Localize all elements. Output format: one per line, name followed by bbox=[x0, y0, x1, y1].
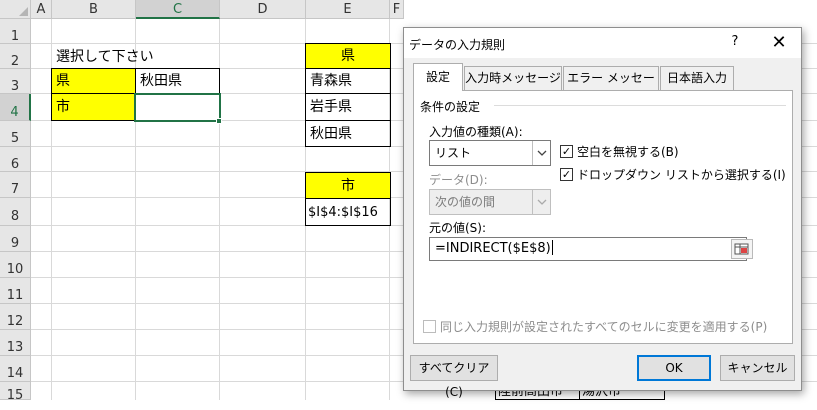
cell-e2[interactable]: 県 bbox=[305, 43, 391, 69]
row-header-15[interactable]: 15 bbox=[0, 382, 31, 403]
check-icon: ✓ bbox=[560, 168, 573, 181]
row-header-11[interactable]: 11 bbox=[0, 278, 31, 304]
source-input-value: =INDIRECT($E$8) bbox=[435, 241, 551, 256]
data-select[interactable]: 次の値の間 bbox=[429, 189, 551, 215]
column-header-e[interactable]: E bbox=[306, 0, 390, 19]
ok-button[interactable]: OK bbox=[637, 355, 711, 381]
fill-handle[interactable] bbox=[216, 118, 222, 124]
cell-e7[interactable]: 市 bbox=[305, 172, 391, 199]
in-cell-dropdown-label: ドロップダウン リストから選択する(I) bbox=[577, 168, 786, 182]
column-header-d[interactable]: D bbox=[220, 0, 306, 19]
select-all-corner[interactable] bbox=[0, 0, 31, 19]
apply-all-label: 同じ入力規則が設定されたすべてのセルに変更を適用する(P) bbox=[440, 320, 768, 334]
chevron-down-icon bbox=[532, 141, 550, 165]
row-header-6[interactable]: 6 bbox=[0, 147, 31, 172]
help-button[interactable]: ? bbox=[726, 34, 744, 52]
cell-e8[interactable]: $I$4:$I$16 bbox=[305, 198, 391, 226]
tab-settings[interactable]: 設定 bbox=[413, 63, 463, 91]
row-header-10[interactable]: 10 bbox=[0, 252, 31, 278]
dialog-title: データの入力規則 bbox=[409, 38, 506, 52]
chevron-down-icon bbox=[532, 190, 550, 214]
cell-b3[interactable]: 県 bbox=[51, 68, 136, 94]
source-input[interactable]: =INDIRECT($E$8) bbox=[429, 237, 747, 261]
tab-error-alert[interactable]: エラー メッセージ bbox=[563, 66, 659, 107]
range-select-icon bbox=[734, 243, 749, 255]
row-header-5[interactable]: 5 bbox=[0, 121, 31, 147]
allow-select-value: リスト bbox=[435, 146, 472, 160]
row-header-8[interactable]: 8 bbox=[0, 198, 31, 226]
active-cell-selection bbox=[134, 93, 221, 122]
column-header-a[interactable]: A bbox=[31, 0, 52, 19]
row-header-13[interactable]: 13 bbox=[0, 330, 31, 356]
ignore-blank-label: 空白を無視する(B) bbox=[577, 145, 679, 159]
data-select-value: 次の値の間 bbox=[435, 195, 496, 209]
data-label: データ(D): bbox=[429, 173, 488, 187]
select-all-triangle-icon bbox=[19, 7, 28, 16]
source-label: 元の値(S): bbox=[429, 221, 487, 235]
allow-select[interactable]: リスト bbox=[429, 140, 551, 166]
data-validation-dialog: データの入力規則 ? ✕ 設定 入力時メッセージ エラー メッセージ 日本語入力… bbox=[403, 27, 802, 399]
cell-e3[interactable]: 青森県 bbox=[305, 68, 391, 94]
text-caret bbox=[551, 240, 553, 255]
clear-all-button[interactable]: すべてクリア(C) bbox=[410, 355, 498, 399]
row-header-3[interactable]: 3 bbox=[0, 69, 31, 94]
cell-c3[interactable]: 秋田県 bbox=[135, 68, 220, 94]
dialog-titlebar[interactable]: データの入力規則 ? ✕ bbox=[404, 28, 801, 58]
cancel-button[interactable]: キャンセル bbox=[720, 355, 795, 381]
group-divider bbox=[494, 105, 786, 106]
checkbox-empty-icon bbox=[423, 320, 436, 333]
cell-b4[interactable]: 市 bbox=[51, 93, 136, 121]
row-header-9[interactable]: 9 bbox=[0, 226, 31, 252]
range-select-button[interactable] bbox=[731, 239, 753, 259]
settings-panel: 条件の設定 入力値の種類(A): リスト データ(D): 次の値の間 ✓ 空白を… bbox=[413, 90, 793, 344]
tab-input-message[interactable]: 入力時メッセージ bbox=[464, 66, 562, 90]
column-header-b[interactable]: B bbox=[52, 0, 136, 19]
close-button[interactable]: ✕ bbox=[768, 32, 790, 54]
row-header-12[interactable]: 12 bbox=[0, 304, 31, 330]
check-icon: ✓ bbox=[560, 145, 573, 158]
row-header-1[interactable]: 1 bbox=[0, 19, 31, 44]
ignore-blank-checkbox[interactable]: ✓ 空白を無視する(B) bbox=[560, 143, 679, 160]
cell-b2[interactable]: 選択して下さい bbox=[52, 44, 220, 69]
column-header-c[interactable]: C bbox=[136, 0, 220, 19]
allow-label: 入力値の種類(A): bbox=[429, 125, 523, 139]
apply-all-checkbox[interactable]: 同じ入力規則が設定されたすべてのセルに変更を適用する(P) bbox=[423, 318, 767, 335]
row-header-4[interactable]: 4 bbox=[0, 94, 31, 121]
row-header-14[interactable]: 14 bbox=[0, 356, 31, 382]
criteria-group-label: 条件の設定 bbox=[420, 100, 481, 114]
tab-ime-mode[interactable]: 日本語入力 bbox=[660, 66, 734, 90]
in-cell-dropdown-checkbox[interactable]: ✓ ドロップダウン リストから選択する(I) bbox=[560, 166, 786, 183]
row-header-7[interactable]: 7 bbox=[0, 172, 31, 198]
cell-e5[interactable]: 秋田県 bbox=[305, 120, 391, 147]
column-header-f[interactable]: F bbox=[390, 0, 404, 19]
cell-e4[interactable]: 岩手県 bbox=[305, 93, 391, 121]
row-header-2[interactable]: 2 bbox=[0, 44, 31, 69]
